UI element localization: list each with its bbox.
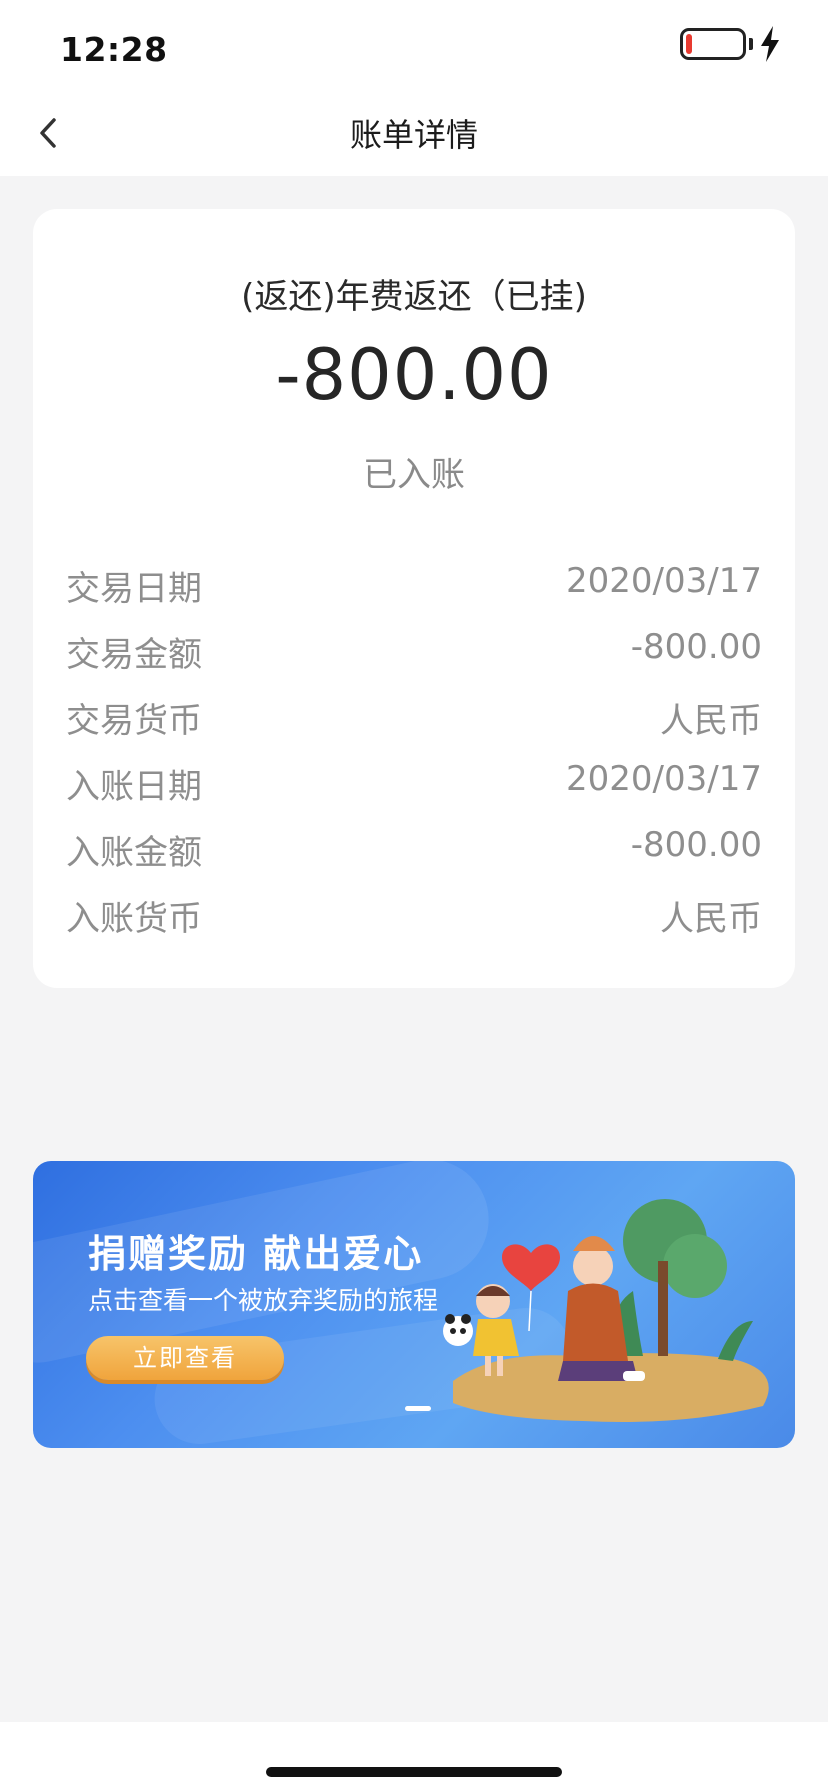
bill-title: (返还)年费返还（已挂) xyxy=(241,277,587,317)
detail-value: 人民币 xyxy=(660,899,762,939)
page-title: 账单详情 xyxy=(349,116,478,154)
view-now-button[interactable]: 立即查看 xyxy=(86,1336,284,1380)
bill-status: 已入账 xyxy=(363,455,465,495)
heart-balloon-icon xyxy=(501,1244,561,1291)
detail-value: -800.00 xyxy=(630,627,762,667)
woman-figure xyxy=(573,1246,613,1286)
detail-value: -800.00 xyxy=(630,825,762,865)
banner-illustration xyxy=(443,1199,769,1422)
banner-title: 捐赠奖励 献出爱心 xyxy=(88,1232,424,1276)
charging-bolt-icon xyxy=(761,26,779,62)
home-indicator-area xyxy=(0,1722,828,1792)
bill-details-list: 交易日期 2020/03/17 交易金额 -800.00 交易货币 人民币 入账… xyxy=(66,549,762,945)
detail-value: 2020/03/17 xyxy=(566,759,762,799)
detail-row-posting-amount: 入账金额 -800.00 xyxy=(66,813,762,879)
detail-label: 交易日期 xyxy=(66,569,202,609)
detail-label: 交易金额 xyxy=(66,635,202,675)
banner-subtitle: 点击查看一个被放弃奖励的旅程 xyxy=(88,1286,439,1315)
battery-low-icon xyxy=(680,28,746,60)
detail-value: 人民币 xyxy=(660,701,762,741)
bill-detail-card: (返还)年费返还（已挂) -800.00 已入账 交易日期 2020/03/17… xyxy=(33,209,795,988)
detail-value: 2020/03/17 xyxy=(566,561,762,601)
detail-label: 入账日期 xyxy=(66,767,202,807)
detail-label: 入账金额 xyxy=(66,833,202,873)
battery-cap xyxy=(749,38,753,50)
detail-row-transaction-currency: 交易货币 人民币 xyxy=(66,681,762,747)
bill-amount: -800.00 xyxy=(275,334,553,416)
detail-row-posting-currency: 入账货币 人民币 xyxy=(66,879,762,945)
detail-label: 交易货币 xyxy=(66,701,202,741)
promo-banner[interactable]: 捐赠奖励 献出爱心 点击查看一个被放弃奖励的旅程 立即查看 xyxy=(33,1161,795,1448)
detail-row-transaction-amount: 交易金额 -800.00 xyxy=(66,615,762,681)
detail-row-transaction-date: 交易日期 2020/03/17 xyxy=(66,549,762,615)
battery-level xyxy=(686,34,692,54)
detail-row-posting-date: 入账日期 2020/03/17 xyxy=(66,747,762,813)
detail-label: 入账货币 xyxy=(66,899,202,939)
status-time: 12:28 xyxy=(60,30,168,69)
carousel-indicator xyxy=(405,1406,431,1411)
navigation-bar: 账单详情 xyxy=(0,90,828,176)
home-indicator[interactable] xyxy=(266,1767,562,1777)
status-bar: 12:28 xyxy=(0,0,828,90)
